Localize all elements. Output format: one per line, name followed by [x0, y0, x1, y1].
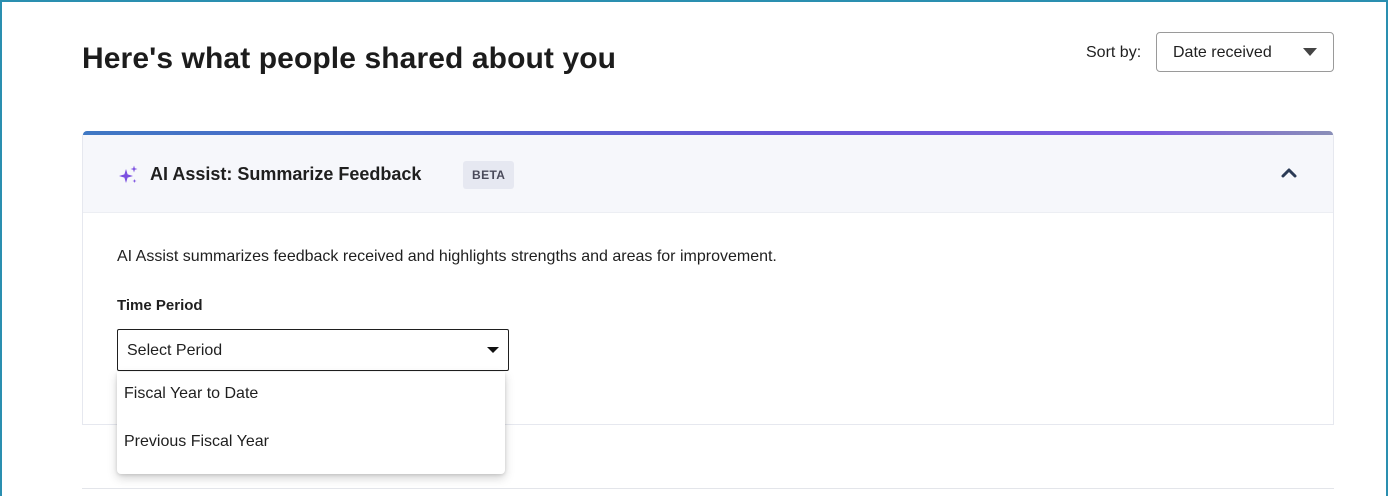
chevron-up-icon[interactable]	[1279, 163, 1299, 183]
beta-badge: BETA	[463, 161, 515, 189]
time-period-dropdown-menu: Fiscal Year to Date Previous Fiscal Year	[117, 372, 505, 474]
time-period-label: Time Period	[117, 297, 203, 314]
dropdown-option-previous-fiscal-year[interactable]: Previous Fiscal Year	[117, 420, 505, 466]
sort-by-selected-value: Date received	[1173, 44, 1272, 61]
page-title: Here's what people shared about you	[82, 42, 617, 75]
app-frame: Here's what people shared about you Sort…	[0, 0, 1388, 496]
caret-down-icon	[487, 347, 499, 353]
time-period-select[interactable]: Select Period	[117, 329, 509, 371]
ai-assist-panel-header[interactable]: AI Assist: Summarize Feedback BETA	[83, 135, 1333, 213]
ai-assist-title: AI Assist: Summarize Feedback	[150, 164, 422, 184]
dropdown-option-label: Fiscal Year to Date	[124, 385, 259, 402]
sort-by-label: Sort by:	[1086, 44, 1142, 61]
caret-down-icon	[1303, 48, 1317, 56]
sparkle-icon	[119, 165, 138, 183]
dropdown-option-fiscal-year-to-date[interactable]: Fiscal Year to Date	[117, 372, 505, 418]
ai-assist-description: AI Assist summarizes feedback received a…	[117, 248, 777, 265]
time-period-selected-value: Select Period	[127, 342, 223, 359]
sort-by-select[interactable]: Date received	[1156, 32, 1334, 72]
section-divider	[82, 488, 1334, 489]
dropdown-option-label: Previous Fiscal Year	[124, 433, 269, 450]
